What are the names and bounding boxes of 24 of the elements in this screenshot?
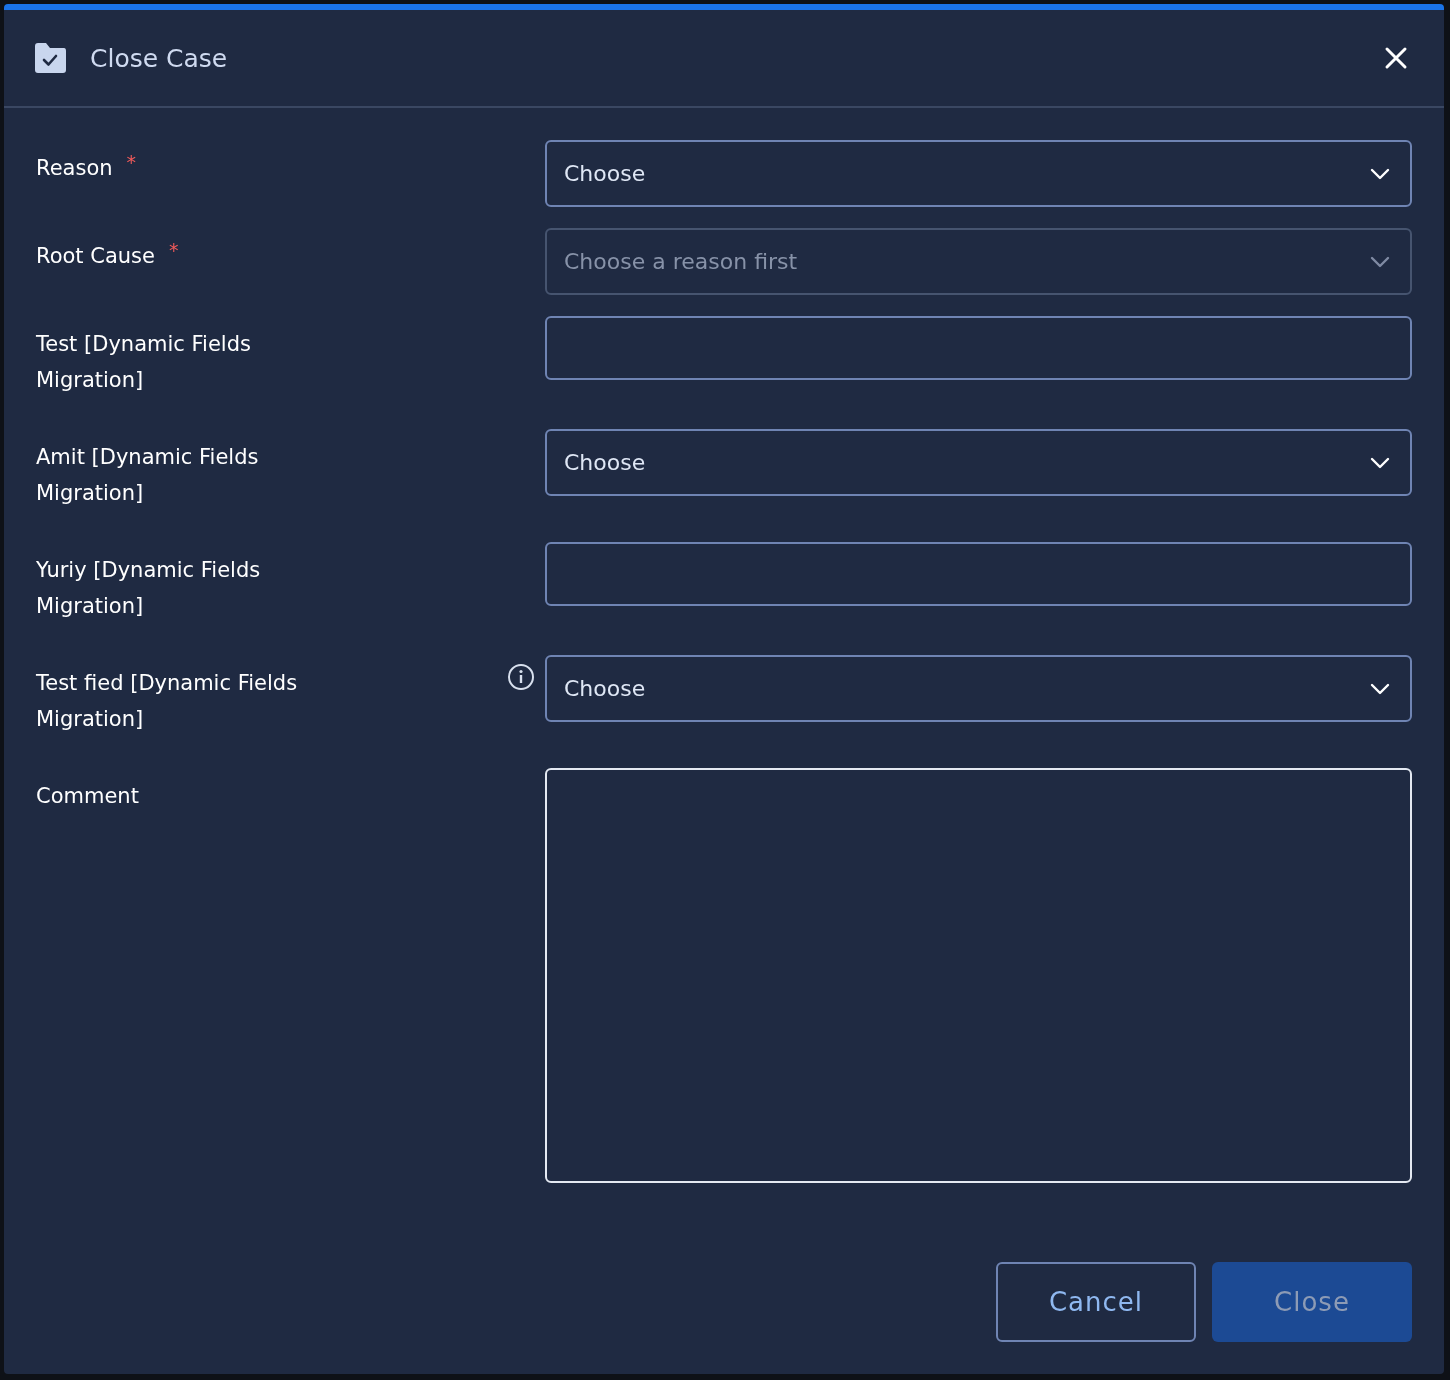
field-label: Root Cause bbox=[36, 243, 155, 270]
field-label: Test fied [Dynamic Fields Migration] bbox=[36, 670, 299, 733]
dialog-title: Close Case bbox=[90, 43, 229, 73]
field-label: Comment bbox=[36, 783, 139, 810]
folder-check-icon bbox=[33, 42, 67, 74]
comment-field[interactable] bbox=[545, 768, 1412, 1183]
chevron-down-icon bbox=[1370, 682, 1390, 695]
input-field[interactable] bbox=[545, 542, 1412, 606]
dropdown-field[interactable]: Choose bbox=[545, 655, 1412, 722]
cancel-button[interactable]: Cancel bbox=[996, 1262, 1196, 1342]
chevron-down-icon bbox=[1370, 255, 1390, 268]
field-label: Yuriy [Dynamic Fields Migration] bbox=[36, 557, 262, 620]
field-label: Reason bbox=[36, 155, 113, 182]
dropdown-field[interactable]: Choose bbox=[545, 140, 1412, 207]
field-label: Amit [Dynamic Fields Migration] bbox=[36, 444, 260, 507]
close-icon[interactable] bbox=[1384, 46, 1408, 70]
chevron-down-icon bbox=[1370, 167, 1390, 180]
info-icon[interactable] bbox=[507, 663, 535, 691]
field-label: Test [Dynamic Fields Migration] bbox=[36, 331, 252, 394]
required-asterisk: * bbox=[168, 238, 179, 262]
dropdown-field[interactable]: Choose bbox=[545, 429, 1412, 496]
input-field[interactable] bbox=[545, 316, 1412, 380]
chevron-down-icon bbox=[1370, 456, 1390, 469]
required-asterisk: * bbox=[126, 150, 137, 174]
